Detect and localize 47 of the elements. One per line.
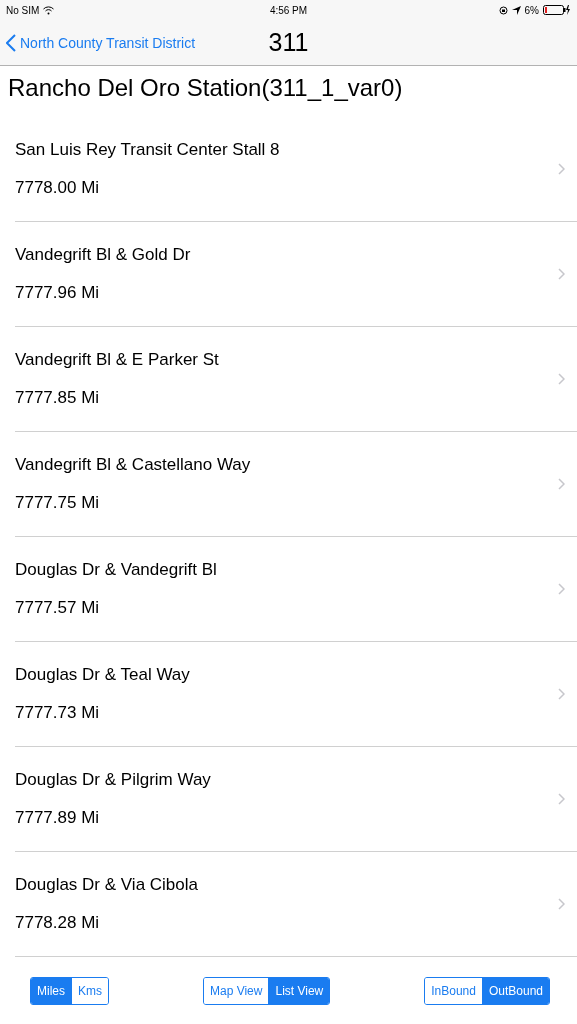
stop-name: Vandegrift Bl & Gold Dr xyxy=(15,245,191,265)
nav-title: 311 xyxy=(268,28,309,57)
carrier-text: No SIM xyxy=(6,4,40,16)
stop-row[interactable]: Douglas Dr & Pilgrim Way 7777.89 Mi xyxy=(15,747,577,852)
stop-distance: 7777.75 Mi xyxy=(15,493,101,513)
stop-distance: 7777.57 Mi xyxy=(15,598,101,618)
stop-row[interactable]: San Luis Rey Transit Center Stall 8 7778.00 Mi xyxy=(15,117,577,222)
battery-percent-text: 6% xyxy=(524,4,539,16)
stop-row[interactable]: Douglas Dr & Via Cibola 7778.28 Mi xyxy=(15,852,577,957)
stop-row[interactable]: Douglas Dr & Teal Way 7777.73 Mi xyxy=(15,642,577,747)
chevron-icon xyxy=(558,898,565,910)
chevron-icon xyxy=(558,478,565,490)
stop-row[interactable]: Vandegrift Bl & Gold Dr 7777.96 Mi xyxy=(15,222,577,327)
stop-name: San Luis Rey Transit Center Stall 8 xyxy=(15,140,280,160)
stop-distance: 7778.28 Mi xyxy=(15,913,101,933)
stop-distance: 7777.85 Mi xyxy=(15,388,101,408)
lock-rotation-icon xyxy=(498,5,508,15)
stop-distance: 7777.96 Mi xyxy=(15,283,101,303)
chevron-icon xyxy=(558,373,565,385)
wifi-icon xyxy=(43,5,55,15)
stop-row[interactable]: Vandegrift Bl & Castellano Way 7777.75 Mi xyxy=(15,432,577,537)
stop-name: Vandegrift Bl & Castellano Way xyxy=(15,455,251,475)
stop-distance: 7777.73 Mi xyxy=(15,703,101,723)
segment-button[interactable]: Kms xyxy=(71,977,108,1004)
chevron-icon xyxy=(558,163,565,175)
stop-row[interactable]: Vandegrift Bl & E Parker St 7777.85 Mi xyxy=(15,327,577,432)
back-chevron-icon xyxy=(6,33,16,52)
location-arrow-icon xyxy=(511,5,521,15)
back-link[interactable]: North County Transit District xyxy=(0,33,196,52)
stop-name: Douglas Dr & Via Cibola xyxy=(15,875,198,895)
stop-row[interactable]: Douglas Dr & Vandegrift Bl 7777.57 Mi xyxy=(15,537,577,642)
station-heading: Rancho Del Oro Station(311_1_var0) xyxy=(8,74,403,101)
chevron-icon xyxy=(558,793,565,805)
clock-text: 4:56 PM xyxy=(269,4,308,16)
segment-button[interactable]: OutBound xyxy=(481,977,549,1004)
segment-button[interactable]: List View xyxy=(268,977,330,1004)
chevron-icon xyxy=(558,688,565,700)
stop-distance: 7778.00 Mi xyxy=(15,178,101,198)
stop-distance: 7777.89 Mi xyxy=(15,808,101,828)
stop-name: Douglas Dr & Pilgrim Way xyxy=(15,770,211,790)
stop-name: Douglas Dr & Vandegrift Bl xyxy=(15,560,217,580)
chevron-icon xyxy=(558,583,565,595)
stop-name: Douglas Dr & Teal Way xyxy=(15,665,190,685)
chevron-icon xyxy=(558,268,565,280)
stop-name: Vandegrift Bl & E Parker St xyxy=(15,350,219,370)
battery-icon xyxy=(543,5,571,15)
segment-button[interactable]: Miles xyxy=(31,977,71,1004)
